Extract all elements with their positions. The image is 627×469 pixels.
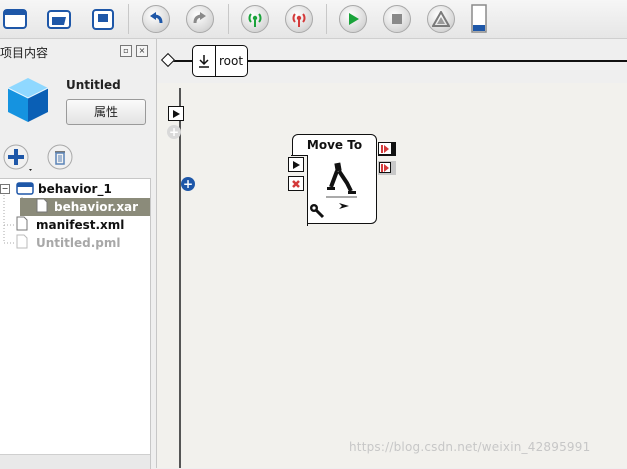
tree-item-manifest[interactable]: manifest.xml: [16, 216, 150, 234]
canvas-input-rail: [179, 88, 181, 468]
box-on-success-port[interactable]: [378, 142, 396, 156]
properties-button[interactable]: 属性: [66, 99, 146, 125]
walking-legs-icon: [323, 161, 363, 214]
panel-title: 项目内容: [0, 46, 49, 60]
delete-item-button[interactable]: [46, 143, 74, 171]
folder-icon: [16, 181, 34, 198]
flow-canvas[interactable]: [157, 83, 627, 468]
add-input-icon[interactable]: +: [167, 125, 181, 139]
tree-item-behavior-folder[interactable]: − behavior_1: [0, 180, 150, 198]
collapse-icon[interactable]: −: [0, 184, 10, 194]
box-on-failure-port[interactable]: [378, 161, 396, 175]
stop-icon[interactable]: [382, 5, 412, 33]
float-panel-button[interactable]: ▫: [120, 45, 132, 57]
redo-icon[interactable]: [185, 5, 215, 33]
warning-icon[interactable]: [426, 5, 456, 33]
add-item-button[interactable]: [2, 143, 32, 171]
breadcrumb-root[interactable]: root: [192, 45, 248, 77]
save-icon[interactable]: [88, 5, 118, 33]
disconnect-icon[interactable]: [284, 5, 314, 33]
project-name: Untitled: [66, 78, 121, 92]
undo-icon[interactable]: [141, 5, 171, 33]
canvas-scroll-area[interactable]: [157, 83, 178, 468]
tree-item-label: Untitled.pml: [36, 236, 121, 250]
watermark: https://blog.csdn.net/weixin_42895991: [349, 440, 591, 454]
main-toolbar: [0, 0, 627, 39]
tree-item-label: behavior.xar: [54, 200, 139, 214]
tree-item-untitled-pml[interactable]: Untitled.pml: [16, 234, 150, 252]
behavior-start-port[interactable]: [168, 106, 184, 121]
play-icon[interactable]: [338, 5, 368, 33]
box-on-stop-port[interactable]: [288, 176, 304, 191]
battery-icon: [464, 4, 494, 33]
move-to-box[interactable]: Move To: [291, 134, 377, 226]
tree-item-behavior-xar[interactable]: behavior.xar: [20, 198, 150, 216]
project-panel: 项目内容 ▫ × Untitled 属性 − behavior_1 behavi…: [0, 39, 157, 469]
close-panel-button[interactable]: ×: [136, 45, 148, 57]
file-icon: [16, 216, 28, 234]
wrench-icon[interactable]: [309, 203, 325, 222]
new-window-icon[interactable]: [0, 5, 30, 33]
tree-item-label: manifest.xml: [36, 218, 125, 232]
project-tree: − behavior_1 behavior.xar manifest.xml U…: [0, 178, 151, 469]
connect-icon[interactable]: [240, 5, 270, 33]
tree-item-label: behavior_1: [38, 182, 112, 196]
add-output-icon[interactable]: +: [181, 177, 195, 191]
open-folder-icon[interactable]: [44, 5, 74, 33]
tree-scrollbar[interactable]: [0, 454, 150, 469]
file-icon: [16, 234, 28, 252]
input-arrow-icon: [193, 46, 216, 76]
box-title: Move To: [306, 138, 363, 152]
project-cube-icon: [2, 74, 54, 126]
box-on-start-port[interactable]: [288, 157, 304, 172]
breadcrumb-root-label: root: [219, 54, 244, 68]
file-icon: [36, 198, 48, 216]
